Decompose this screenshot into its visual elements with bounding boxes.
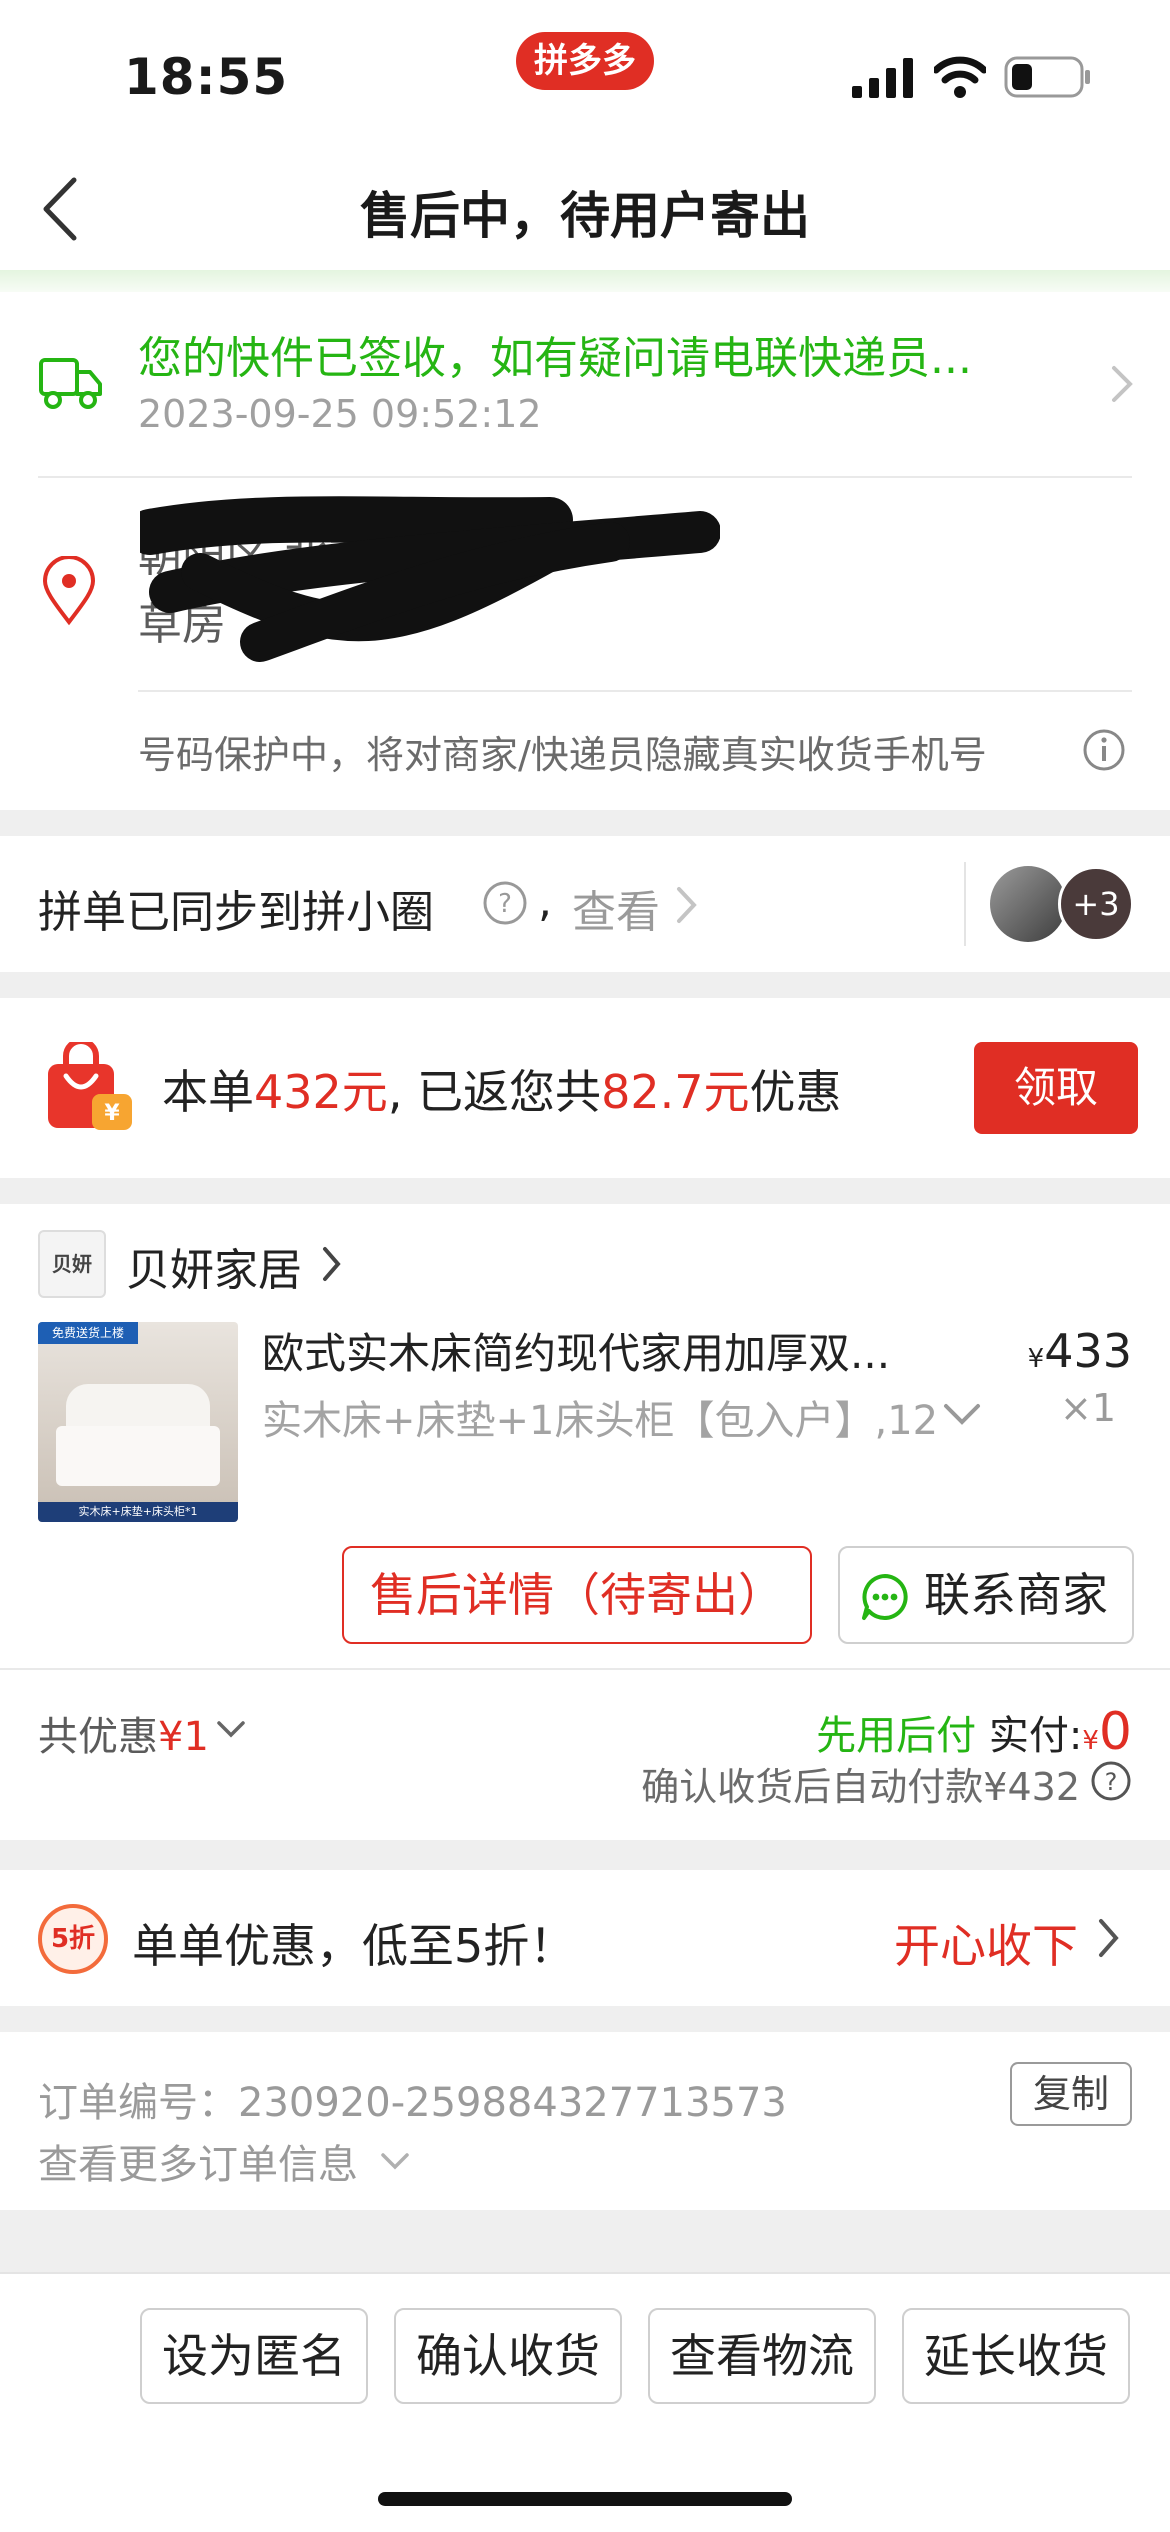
question-icon[interactable]: ? bbox=[482, 880, 528, 926]
bottom-action-bar: 设为匿名 确认收货 查看物流 延长收货 bbox=[0, 2272, 1170, 2532]
chevron-right-icon bbox=[1112, 366, 1133, 402]
wifi-icon bbox=[934, 56, 986, 98]
promo-accept-link[interactable]: 开心收下 bbox=[894, 1910, 1078, 1976]
chevron-down-icon[interactable] bbox=[942, 1402, 982, 1428]
shopping-bag-icon: ¥ bbox=[48, 1042, 132, 1130]
price-value: 433 bbox=[1044, 1324, 1132, 1378]
chevron-right-icon bbox=[677, 887, 697, 923]
svg-text:?: ? bbox=[1105, 1768, 1118, 1796]
sync-view-link[interactable]: 查看 bbox=[572, 876, 660, 940]
rebate-middle: , 已返您共 bbox=[387, 1065, 602, 1119]
store-name[interactable]: 贝妍家居 bbox=[126, 1234, 302, 1298]
app-badge: 拼多多 bbox=[516, 32, 654, 90]
promo-text: 单单优惠，低至5折！ bbox=[132, 1919, 576, 1973]
home-indicator[interactable] bbox=[378, 2492, 792, 2506]
rebate-saved: 82.7元 bbox=[601, 1065, 750, 1119]
more-order-info-link[interactable]: 查看更多订单信息 bbox=[38, 2132, 358, 2190]
promo-section[interactable]: 5折 单单优惠，低至5折！ 开心收下 bbox=[0, 1870, 1170, 2006]
nav-bar: 售后中，待用户寄出 bbox=[0, 140, 1170, 272]
rebate-prefix: 本单 bbox=[162, 1065, 254, 1119]
product-price: ¥433 bbox=[1000, 1324, 1132, 1378]
paid-value: 0 bbox=[1098, 1702, 1132, 1762]
question-icon[interactable]: ? bbox=[1090, 1760, 1132, 1802]
logistics-status: 您的快件已签收，如有疑问请电联快递员... bbox=[138, 333, 972, 384]
signal-icon bbox=[852, 58, 913, 98]
logistics-section[interactable]: 您的快件已签收，如有疑问请电联快递员... 2023-09-25 09:52:1… bbox=[0, 292, 1170, 810]
product-quantity: ×1 bbox=[1060, 1386, 1117, 1430]
divider bbox=[964, 862, 966, 946]
copy-button[interactable]: 复制 bbox=[1010, 2062, 1132, 2126]
rebate-suffix: 优惠 bbox=[749, 1065, 842, 1119]
avatar[interactable] bbox=[990, 866, 1066, 942]
sync-comma: , bbox=[538, 876, 552, 927]
info-icon[interactable] bbox=[1082, 728, 1126, 772]
claim-button[interactable]: 领取 bbox=[974, 1042, 1138, 1134]
location-pin-icon bbox=[42, 556, 96, 626]
battery-icon bbox=[1004, 56, 1090, 98]
divider bbox=[138, 690, 1132, 692]
svg-text:?: ? bbox=[498, 889, 512, 919]
thumb-caption: 实木床+床垫+床头柜*1 bbox=[38, 1502, 238, 1522]
privacy-note: 号码保护中，将对商家/快递员隐藏真实收货手机号 bbox=[138, 733, 987, 777]
contact-merchant-button[interactable]: 联系商家 bbox=[838, 1546, 1134, 1644]
rebate-amount: 432元 bbox=[254, 1065, 388, 1119]
chevron-right-icon bbox=[323, 1247, 341, 1281]
set-anonymous-button[interactable]: 设为匿名 bbox=[140, 2308, 368, 2404]
product-title[interactable]: 欧式实木床简约现代家用加厚双... bbox=[262, 1320, 890, 1381]
paid-label: 实付: bbox=[988, 1713, 1083, 1759]
logistics-time: 2023-09-25 09:52:12 bbox=[138, 392, 542, 436]
rebate-section: ¥ 本单432元, 已返您共82.7元优惠 领取 bbox=[0, 998, 1170, 1178]
order-number: 订单编号：230920-259884327713573 bbox=[38, 2070, 787, 2128]
order-info-section: 订单编号：230920-259884327713573 复制 查看更多订单信息 bbox=[0, 2032, 1170, 2210]
share-sync-section: 拼单已同步到拼小圈 ? , 查看 +3 bbox=[0, 836, 1170, 972]
product-spec[interactable]: 实木床+床垫+1床头柜【包入户】,12 bbox=[262, 1388, 962, 1446]
contact-label: 联系商家 bbox=[924, 1568, 1108, 1622]
aftersale-details-button[interactable]: 售后详情（待寄出） bbox=[342, 1546, 812, 1644]
order-card: 贝妍 贝妍家居 免费送货上楼 实木床+床垫+床头柜*1 欧式实木床简约现代家用加… bbox=[0, 1204, 1170, 1840]
divider bbox=[0, 1668, 1170, 1670]
svg-text:¥: ¥ bbox=[104, 1101, 120, 1126]
chevron-down-icon[interactable] bbox=[380, 2152, 410, 2172]
pay-later-label: 先用后付 bbox=[816, 1713, 977, 1759]
payment-line: 先用后付 实付:¥0 bbox=[0, 1702, 1132, 1762]
avatar-count[interactable]: +3 bbox=[1058, 866, 1134, 942]
currency-symbol: ¥ bbox=[1027, 1344, 1045, 1374]
redaction-scribble bbox=[140, 496, 720, 662]
thumb-badge: 免费送货上楼 bbox=[38, 1322, 138, 1344]
rebate-text: 本单432元, 已返您共82.7元优惠 bbox=[162, 1056, 841, 1122]
auto-pay-note: 确认收货后自动付款¥432 bbox=[641, 1765, 1080, 1809]
chevron-right-icon bbox=[1099, 1919, 1119, 1957]
view-logistics-button[interactable]: 查看物流 bbox=[648, 2308, 876, 2404]
divider bbox=[38, 476, 1132, 478]
discount-badge-icon: 5折 bbox=[38, 1904, 108, 1974]
product-thumbnail[interactable]: 免费送货上楼 实木床+床垫+床头柜*1 bbox=[38, 1322, 238, 1522]
paid-currency: ¥ bbox=[1082, 1726, 1099, 1756]
bed-headboard bbox=[66, 1384, 210, 1430]
bed-mattress bbox=[56, 1426, 220, 1486]
order-number-label: 订单编号： bbox=[38, 2080, 238, 2126]
chat-icon bbox=[862, 1574, 908, 1620]
status-bar: 18:55 拼多多 bbox=[0, 0, 1170, 140]
page-title: 售后中，待用户寄出 bbox=[360, 187, 810, 245]
store-logo[interactable]: 贝妍 bbox=[38, 1230, 106, 1298]
header-divider bbox=[0, 270, 1170, 292]
sync-text: 拼单已同步到拼小圈 bbox=[38, 887, 434, 938]
status-time: 18:55 bbox=[124, 48, 289, 106]
extend-receipt-button[interactable]: 延长收货 bbox=[902, 2308, 1130, 2404]
confirm-receipt-button[interactable]: 确认收货 bbox=[394, 2308, 622, 2404]
order-number-value: 230920-259884327713573 bbox=[238, 2080, 787, 2126]
truck-icon bbox=[39, 358, 102, 409]
